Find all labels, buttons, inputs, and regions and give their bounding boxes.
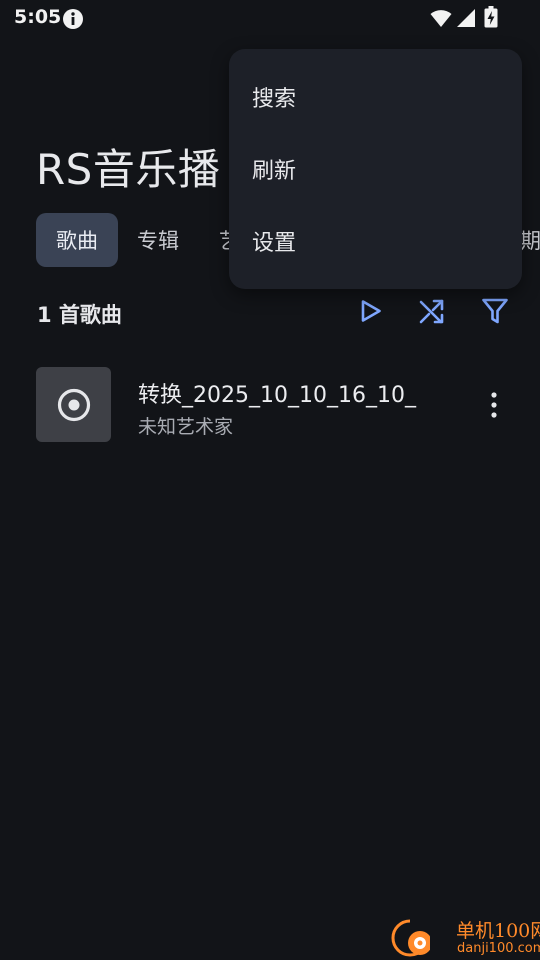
- tab-songs[interactable]: 歌曲: [36, 213, 118, 267]
- wifi-icon: [430, 10, 452, 27]
- filter-icon[interactable]: [480, 296, 510, 326]
- signal-icon: [457, 9, 475, 27]
- shuffle-icon[interactable]: [417, 296, 447, 326]
- disc-icon: [57, 388, 90, 421]
- menu-item-refresh[interactable]: 刷新: [229, 133, 522, 205]
- album-art: [36, 367, 111, 442]
- status-time: 5:05: [14, 6, 62, 28]
- watermark-logo-icon: [391, 919, 430, 957]
- overflow-menu: 搜索 刷新 设置: [229, 49, 522, 289]
- menu-item-search[interactable]: 搜索: [229, 61, 522, 133]
- watermark: 单机100网 danji100.com: [390, 914, 540, 960]
- more-options-icon[interactable]: [482, 390, 506, 420]
- menu-item-settings[interactable]: 设置: [229, 205, 522, 277]
- tab-albums[interactable]: 专辑: [137, 213, 179, 267]
- app-title: RS音乐播: [36, 145, 221, 194]
- song-title: 转换_2025_10_10_16_10_: [138, 383, 416, 408]
- tab-date[interactable]: 期: [520, 213, 540, 267]
- song-artist: 未知艺术家: [138, 416, 234, 438]
- watermark-url: danji100.com: [457, 941, 540, 956]
- song-list-item[interactable]: 转换_2025_10_10_16_10_ 未知艺术家: [0, 356, 540, 452]
- play-icon[interactable]: [356, 296, 386, 326]
- battery-charging-icon: [484, 6, 498, 28]
- song-count: 1 首歌曲: [37, 303, 122, 327]
- watermark-text: 单机100网: [456, 920, 540, 942]
- info-icon: [63, 9, 83, 29]
